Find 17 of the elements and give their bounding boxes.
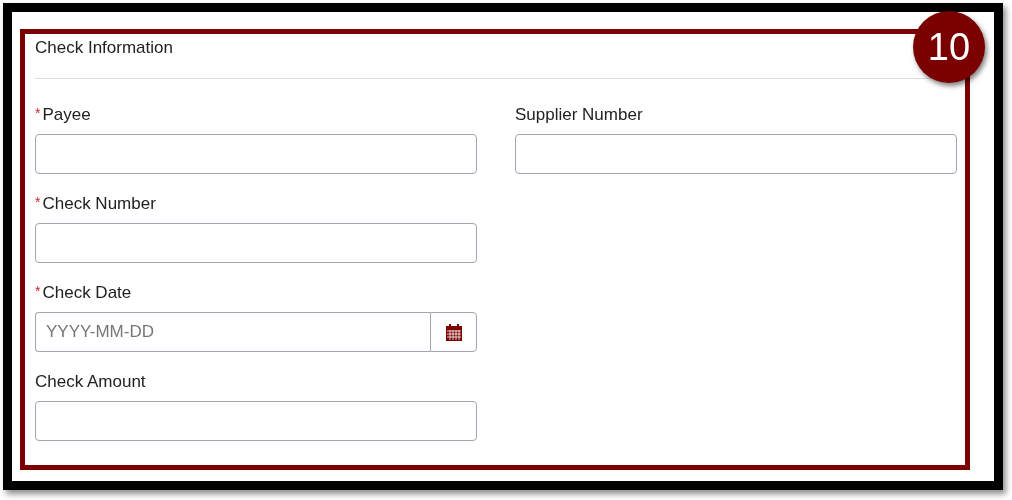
calendar-icon <box>445 323 462 341</box>
required-asterisk: * <box>35 283 41 299</box>
required-asterisk: * <box>35 105 41 121</box>
field-label: Supplier Number <box>515 105 643 125</box>
field-label: Payee <box>42 105 91 125</box>
input-field[interactable] <box>35 401 477 441</box>
callout-badge: 10 <box>913 11 985 83</box>
section-title: Check Information <box>35 38 173 57</box>
field-label: Check Amount <box>35 372 146 392</box>
field-label: Check Date <box>42 283 132 303</box>
input-field[interactable] <box>35 134 477 174</box>
field-label: Check Number <box>42 194 156 214</box>
input-field[interactable] <box>515 134 957 174</box>
calendar-button[interactable] <box>430 312 477 352</box>
required-asterisk: * <box>35 194 41 210</box>
date-field[interactable]: YYYY-MM-DD <box>35 312 430 352</box>
input-field[interactable] <box>35 223 477 263</box>
